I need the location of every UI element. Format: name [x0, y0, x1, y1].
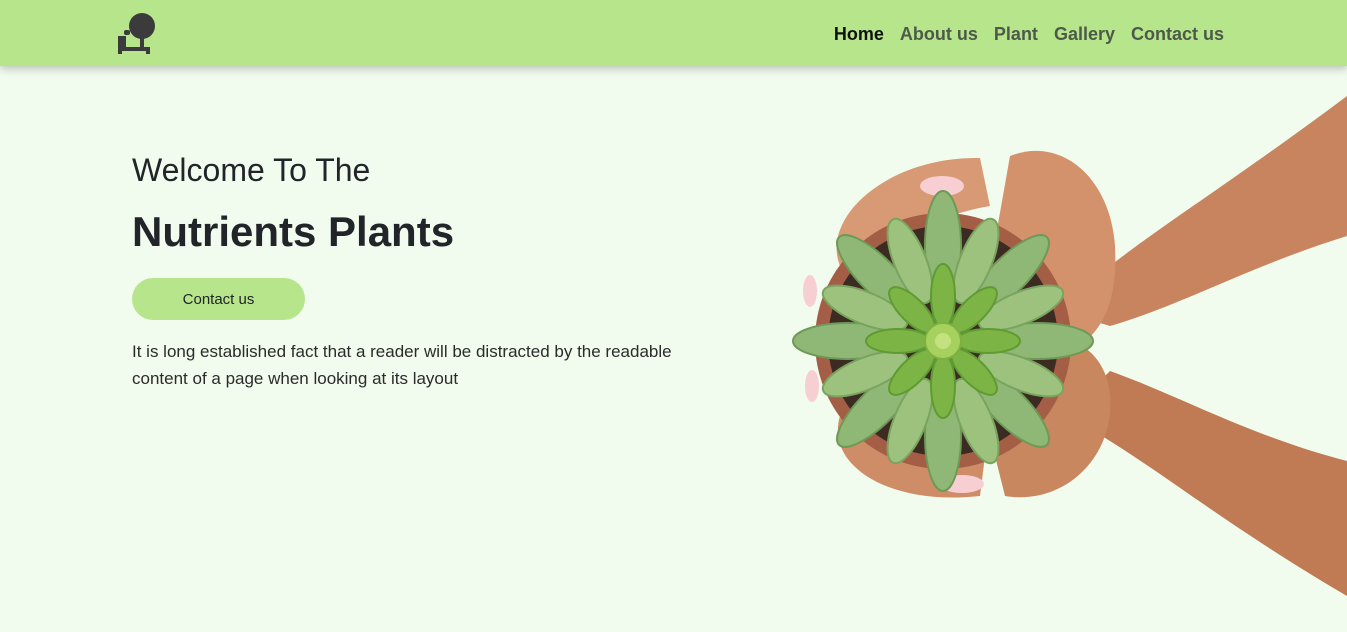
nav-link-home[interactable]: Home: [834, 22, 884, 46]
navbar: Home About us Plant Gallery Contact us: [0, 0, 1347, 66]
hero-title: Nutrients Plants: [132, 208, 455, 255]
contact-us-button[interactable]: Contact us: [132, 278, 305, 320]
hands-holding-succulent-pot-image: [780, 96, 1347, 596]
nav-link-gallery[interactable]: Gallery: [1054, 22, 1115, 46]
hero-welcome: Welcome To The: [132, 152, 371, 188]
nav-link-about-us[interactable]: About us: [900, 22, 978, 46]
hero-section: Welcome To The Nutrients Plants Contact …: [132, 150, 732, 392]
nav-links: Home About us Plant Gallery Contact us: [834, 22, 1224, 46]
nav-link-plant[interactable]: Plant: [994, 22, 1038, 46]
hero-description: It is long established fact that a reade…: [132, 342, 672, 388]
tree-bench-icon[interactable]: [116, 12, 160, 54]
nav-link-contact-us[interactable]: Contact us: [1131, 22, 1224, 46]
